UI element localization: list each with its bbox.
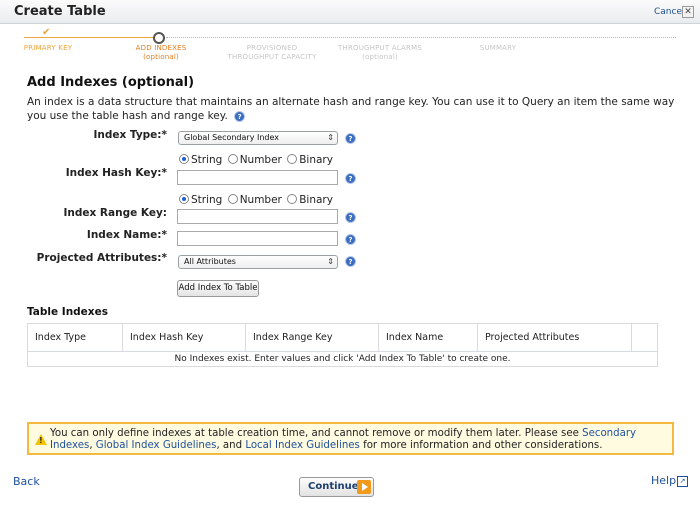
arrow-right-icon — [357, 480, 371, 494]
range-key-type-group: String Number Binary — [179, 194, 335, 206]
table-indexes-title: Table Indexes — [27, 306, 108, 318]
warning-icon — [35, 434, 47, 447]
table-indexes-grid: Index Type Index Hash Key Index Range Ke… — [27, 323, 658, 367]
table-empty-message: No Indexes exist. Enter values and click… — [174, 354, 511, 364]
step-label: PROVISIONED — [246, 44, 298, 52]
section-description: An index is a data structure that mainta… — [27, 95, 677, 123]
index-type-label: Index Type:* — [93, 129, 167, 141]
continue-label: Continue — [308, 481, 359, 492]
description-text: An index is a data structure that mainta… — [27, 96, 675, 122]
select-arrows-icon: ⇕ — [327, 133, 334, 142]
radio-label: Number — [239, 154, 282, 166]
local-index-guidelines-link[interactable]: Local Index Guidelines — [245, 440, 360, 451]
projected-attributes-value: All Attributes — [184, 257, 236, 266]
range-type-number-radio[interactable] — [227, 194, 238, 204]
radio-label: String — [191, 154, 223, 166]
warning-text: for more information and other considera… — [359, 440, 603, 451]
index-type-value: Global Secondary Index — [184, 133, 279, 142]
back-link[interactable]: Back — [13, 475, 40, 488]
step-sublabel: THROUGHPUT CAPACITY — [227, 53, 317, 61]
step-summary: SUMMARY — [470, 44, 526, 53]
index-hash-key-input[interactable] — [177, 170, 338, 185]
step-label: PRIMARY KEY — [23, 44, 73, 52]
help-icon[interactable]: ? — [345, 234, 356, 245]
radio-label: Number — [239, 194, 282, 206]
index-hash-key-label: Index Hash Key:* — [65, 167, 167, 179]
global-index-guidelines-link[interactable]: Global Index Guidelines — [96, 440, 217, 451]
page-title: Add Indexes (optional) — [27, 75, 195, 90]
projected-attributes-select[interactable]: All Attributes ⇕ — [178, 255, 338, 269]
column-header-index-hash-key[interactable]: Index Hash Key — [123, 324, 246, 352]
hash-type-number-radio[interactable] — [227, 154, 238, 164]
step-primary-key: PRIMARY KEY — [22, 44, 74, 53]
range-type-string-radio[interactable] — [179, 194, 189, 204]
step-sublabel: (optional) — [362, 53, 398, 61]
add-index-button[interactable]: Add Index To Table — [177, 280, 259, 297]
index-name-input[interactable] — [177, 231, 338, 246]
wizard-progress-remaining — [166, 37, 676, 38]
dialog-title: Create Table — [14, 4, 106, 19]
warning-notice: You can only define indexes at table cre… — [27, 422, 674, 455]
secondary-indexes-link[interactable]: Secondary — [582, 428, 636, 439]
wizard-steps: ✔ PRIMARY KEY ADD INDEXES (optional) PRO… — [0, 24, 700, 70]
help-icon[interactable]: ? — [234, 111, 246, 122]
dialog-titlebar: Create Table Cancel ✕ — [0, 0, 700, 24]
help-icon[interactable]: ? — [345, 173, 356, 184]
index-range-key-input[interactable] — [177, 209, 338, 224]
column-header-index-name[interactable]: Index Name — [379, 324, 478, 352]
help-link[interactable]: Help ↗ — [651, 474, 689, 487]
cancel-link[interactable]: Cancel — [654, 7, 685, 17]
range-type-binary-radio[interactable] — [287, 194, 298, 204]
step-add-indexes: ADD INDEXES (optional) — [131, 44, 191, 62]
column-header-index-range-key[interactable]: Index Range Key — [246, 324, 379, 352]
help-icon[interactable]: ? — [345, 212, 356, 223]
help-icon[interactable]: ? — [345, 256, 356, 267]
help-label: Help — [651, 474, 677, 487]
index-type-select[interactable]: Global Secondary Index ⇕ — [178, 131, 338, 145]
warning-text: You can only define indexes at table cre… — [50, 428, 583, 439]
secondary-indexes-link[interactable]: Indexes — [50, 440, 89, 451]
close-icon[interactable]: ✕ — [682, 6, 694, 18]
select-arrows-icon: ⇕ — [327, 257, 334, 266]
external-link-icon: ↗ — [677, 476, 689, 487]
current-step-circle-icon — [153, 32, 165, 44]
radio-label: Binary — [299, 154, 333, 166]
help-icon[interactable]: ? — [345, 133, 356, 144]
step-sublabel: (optional) — [143, 53, 179, 61]
step-label: SUMMARY — [479, 44, 517, 52]
index-name-label: Index Name:* — [86, 229, 167, 241]
column-header-index-type[interactable]: Index Type — [28, 324, 123, 352]
step-provisioned-throughput: PROVISIONED THROUGHPUT CAPACITY — [222, 44, 322, 62]
column-header-projected-attributes[interactable]: Projected Attributes — [478, 324, 632, 352]
hash-type-binary-radio[interactable] — [287, 154, 298, 164]
continue-button[interactable]: Continue — [299, 477, 374, 497]
index-range-key-label: Index Range Key: — [63, 207, 167, 219]
radio-label: String — [191, 194, 223, 206]
radio-label: Binary — [299, 194, 333, 206]
check-icon: ✔ — [42, 27, 51, 38]
step-throughput-alarms: THROUGHPUT ALARMS (optional) — [334, 44, 426, 62]
warning-text: , and — [216, 440, 246, 451]
hash-type-string-radio[interactable] — [179, 154, 189, 164]
hash-key-type-group: String Number Binary — [179, 154, 335, 166]
projected-attributes-label: Projected Attributes:* — [36, 252, 167, 264]
step-label: ADD INDEXES — [135, 44, 187, 52]
step-label: THROUGHPUT ALARMS — [338, 44, 422, 52]
table-header: Index Type Index Hash Key Index Range Ke… — [28, 324, 657, 352]
